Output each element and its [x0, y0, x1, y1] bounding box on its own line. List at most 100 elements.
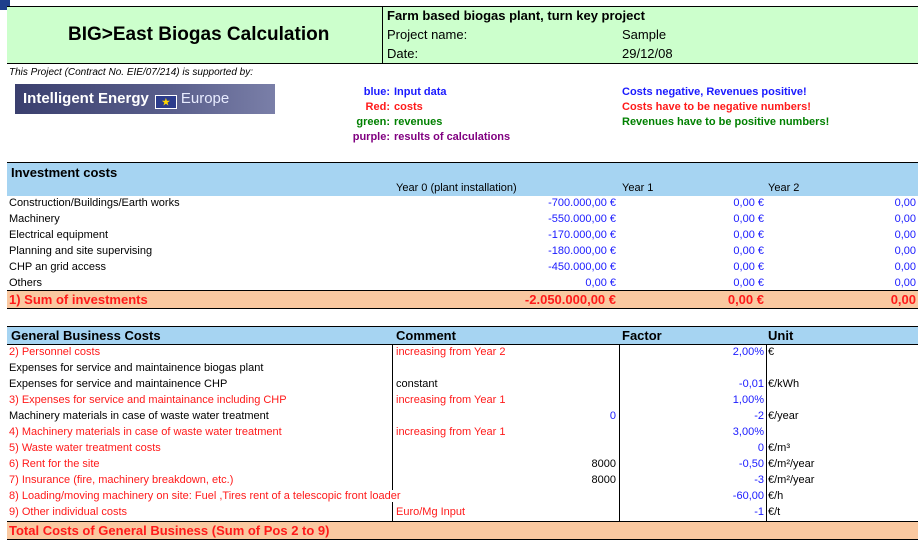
gbc-row-factor[interactable]: 2,00% — [680, 346, 764, 358]
investment-row-year2[interactable]: 0,00 — [840, 229, 916, 241]
gbc-row-factor-input[interactable]: 8000 — [540, 474, 616, 486]
gbc-col-unit: Unit — [768, 328, 794, 343]
support-note: This Project (Contract No. EIE/07/214) i… — [9, 67, 253, 78]
gbc-col-comment: Comment — [396, 328, 456, 343]
investment-row-year2[interactable]: 0,00 — [840, 277, 916, 289]
gbc-row-label: 5) Waste water treatment costs — [9, 442, 161, 454]
investment-row-year0[interactable]: -180.000,00 € — [470, 245, 616, 257]
gbc-grid-unit-divider — [766, 344, 767, 522]
gbc-row-unit: € — [768, 346, 775, 358]
gbc-row-label: Expenses for service and maintainence bi… — [9, 362, 264, 374]
investment-sum-bottom-border — [7, 308, 918, 309]
investment-row-year1[interactable]: 0,00 € — [640, 229, 764, 241]
gbc-row-label: 8) Loading/moving machinery on site: Fue… — [9, 490, 403, 502]
legend-purple-value: results of calculations — [394, 131, 511, 143]
investment-row-label: Machinery — [9, 213, 60, 225]
gbc-row-factor-input[interactable]: 8000 — [540, 458, 616, 470]
gbc-title: General Business Costs — [11, 328, 161, 343]
gbc-row-label: 6) Rent for the site — [9, 458, 100, 470]
investment-col-year2: Year 2 — [768, 182, 800, 194]
investment-row-year1[interactable]: 0,00 € — [640, 245, 764, 257]
legend-blue-value: Input data — [394, 86, 447, 98]
gbc-total-bottom-border — [7, 539, 918, 540]
investment-row-year2[interactable]: 0,00 — [840, 197, 916, 209]
gbc-row-unit: €/m²/year — [768, 474, 815, 486]
investment-row-year1[interactable]: 0,00 € — [640, 277, 764, 289]
gbc-row-factor[interactable]: -0,01 — [680, 378, 764, 390]
investment-row-year0[interactable]: -700.000,00 € — [470, 197, 616, 209]
investment-row-label: CHP an grid access — [9, 261, 107, 273]
date-label: Date: — [387, 46, 419, 61]
investment-col-year1: Year 1 — [622, 182, 654, 194]
investment-row-year1[interactable]: 0,00 € — [640, 197, 764, 209]
investment-row-year0[interactable]: -170.000,00 € — [470, 229, 616, 241]
investment-title: Investment costs — [11, 165, 118, 180]
gbc-row-label: 3) Expenses for service and maintainance… — [9, 394, 287, 406]
note-costs-negative: Costs negative, Revenues positive! — [622, 86, 807, 98]
investment-row-year0[interactable]: 0,00 € — [470, 277, 616, 289]
investment-row-year1[interactable]: 0,00 € — [640, 213, 764, 225]
gbc-row-comment: Euro/Mg Input — [396, 506, 466, 518]
gbc-row-factor[interactable]: -3 — [680, 474, 764, 486]
header-bottom-border — [7, 63, 918, 64]
legend-purple-key: purple: — [352, 131, 390, 143]
intelligent-energy-logo: Intelligent Energy ★ Europe — [15, 84, 275, 114]
investment-row-year2[interactable]: 0,00 — [840, 261, 916, 273]
gbc-row-unit: €/t — [768, 506, 781, 518]
gbc-row-label: Machinery materials in case of waste wat… — [9, 410, 269, 422]
gbc-row-factor[interactable]: -60,00 — [680, 490, 764, 502]
investment-row-label: Others — [9, 277, 43, 289]
eu-flag-icon: ★ — [154, 95, 177, 109]
investment-sum-label: 1) Sum of investments — [9, 292, 148, 307]
gbc-col-factor: Factor — [622, 328, 662, 343]
gbc-row-factor[interactable]: 1,00% — [680, 394, 764, 406]
legend-blue-key: blue: — [363, 86, 390, 98]
gbc-row-factor[interactable]: -2 — [680, 410, 764, 422]
gbc-row-factor[interactable]: -1 — [680, 506, 764, 518]
gbc-row-unit: €/m³ — [768, 442, 790, 454]
gbc-row-unit: €/year — [768, 410, 799, 422]
investment-row-year2[interactable]: 0,00 — [840, 245, 916, 257]
investment-sum-year0: -2.050.000,00 € — [524, 292, 616, 307]
investment-row-label: Planning and site supervising — [9, 245, 153, 257]
project-name-value[interactable]: Sample — [622, 27, 666, 42]
investment-row-year1[interactable]: 0,00 € — [640, 261, 764, 273]
legend-red-key: Red: — [365, 101, 390, 113]
gbc-row-label: Expenses for service and maintainence CH… — [9, 378, 228, 390]
gbc-grid-factor-divider — [619, 344, 620, 522]
gbc-row-label: 4) Machinery materials in case of waste … — [9, 426, 282, 438]
investment-sum-year1: 0,00 € — [727, 292, 764, 307]
investment-sum-year2: 0,00 — [890, 292, 916, 307]
gbc-row-label: 9) Other individual costs — [9, 506, 127, 518]
project-name-label: Project name: — [387, 27, 468, 42]
gbc-row-unit: €/m²/year — [768, 458, 815, 470]
gbc-row-comment: increasing from Year 2 — [396, 346, 506, 358]
gbc-total-label: Total Costs of General Business (Sum of … — [9, 523, 330, 538]
gbc-row-unit: €/kWh — [768, 378, 800, 390]
gbc-row-comment: constant — [396, 378, 438, 390]
investment-row-year0[interactable]: -550.000,00 € — [470, 213, 616, 225]
investment-row-label: Construction/Buildings/Earth works — [9, 197, 180, 209]
note-revenues-positive: Revenues have to be positive numbers! — [622, 116, 830, 128]
note-costs-negative-numbers: Costs have to be negative numbers! — [622, 101, 811, 113]
investment-row-year2[interactable]: 0,00 — [840, 213, 916, 225]
legend-red-value: costs — [394, 101, 423, 113]
gbc-row-label: 2) Personnel costs — [9, 346, 101, 358]
gbc-row-factor[interactable]: -0,50 — [680, 458, 764, 470]
header-top-border — [7, 6, 918, 7]
gbc-row-label: 7) Insurance (fire, machinery breakdown,… — [9, 474, 234, 486]
date-value[interactable]: 29/12/08 — [622, 46, 673, 61]
gbc-row-factor[interactable]: 3,00% — [680, 426, 764, 438]
project-type: Farm based biogas plant, turn key projec… — [387, 8, 645, 23]
investment-row-year0[interactable]: -450.000,00 € — [470, 261, 616, 273]
page-title: BIG>East Biogas Calculation — [68, 24, 330, 45]
legend-green-key: green: — [356, 116, 390, 128]
header-divider — [382, 6, 383, 64]
gbc-row-factor-input[interactable]: 0 — [540, 410, 616, 422]
gbc-header-bottom-border — [7, 344, 918, 345]
logo-region: Europe — [180, 90, 230, 107]
gbc-row-factor[interactable]: 0 — [680, 442, 764, 454]
gbc-row-unit: €/h — [768, 490, 784, 502]
investment-row-label: Electrical equipment — [9, 229, 109, 241]
investment-col-year0: Year 0 (plant installation) — [396, 182, 517, 194]
